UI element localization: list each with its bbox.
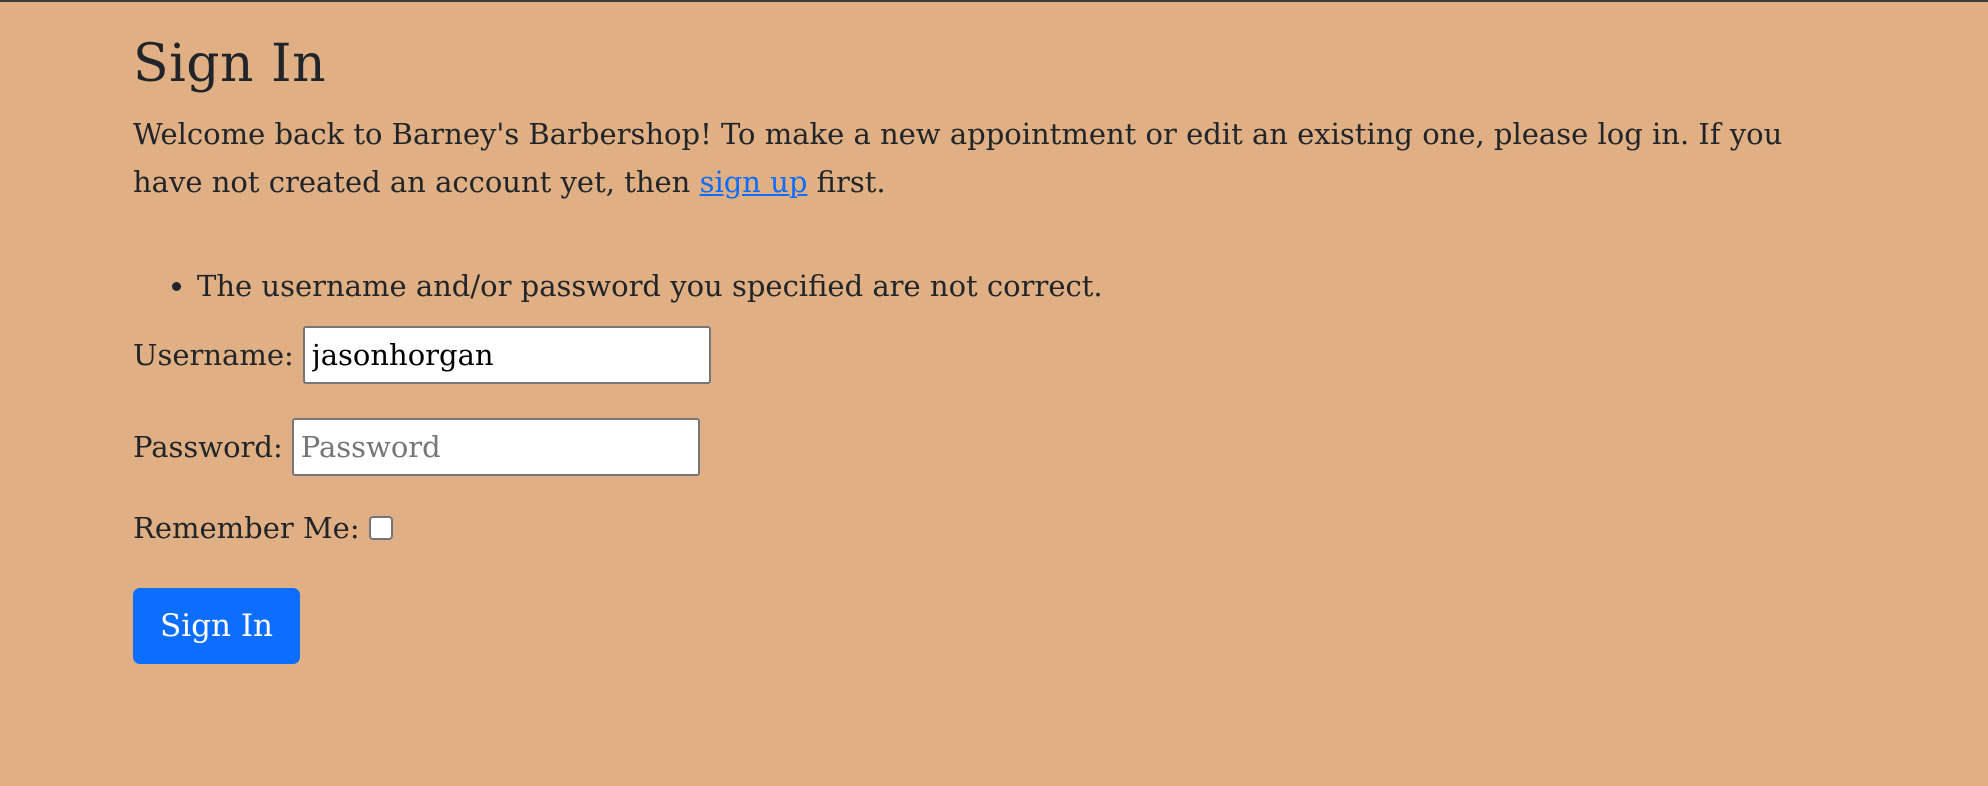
password-label: Password: bbox=[133, 430, 283, 464]
error-list: The username and/or password you specifi… bbox=[133, 262, 1853, 310]
page-title: Sign In bbox=[133, 34, 327, 94]
username-row: Username: bbox=[133, 326, 1853, 384]
intro-text-start: Welcome back to Barney's Barbershop! To … bbox=[133, 117, 1783, 199]
password-row: Password: bbox=[133, 418, 1853, 476]
remember-row: Remember Me: bbox=[133, 508, 1853, 548]
password-input[interactable] bbox=[291, 418, 700, 476]
remember-label: Remember Me: bbox=[133, 511, 360, 545]
username-label: Username: bbox=[133, 338, 294, 372]
error-message: The username and/or password you specifi… bbox=[197, 262, 1853, 310]
intro-text-end: first. bbox=[807, 165, 886, 199]
signin-form: Username: Password: Remember Me: Sign In bbox=[133, 326, 1853, 664]
main-content: Sign In Welcome back to Barney's Barbers… bbox=[0, 2, 1988, 786]
page: Sign In Welcome back to Barney's Barbers… bbox=[0, 0, 1988, 786]
username-input[interactable] bbox=[302, 326, 711, 384]
signin-container: Sign In Welcome back to Barney's Barbers… bbox=[133, 32, 1853, 664]
intro-text: Welcome back to Barney's Barbershop! To … bbox=[133, 110, 1853, 206]
signin-button[interactable]: Sign In bbox=[133, 588, 301, 664]
signup-link[interactable]: sign up bbox=[700, 165, 808, 199]
remember-checkbox[interactable] bbox=[368, 516, 393, 540]
